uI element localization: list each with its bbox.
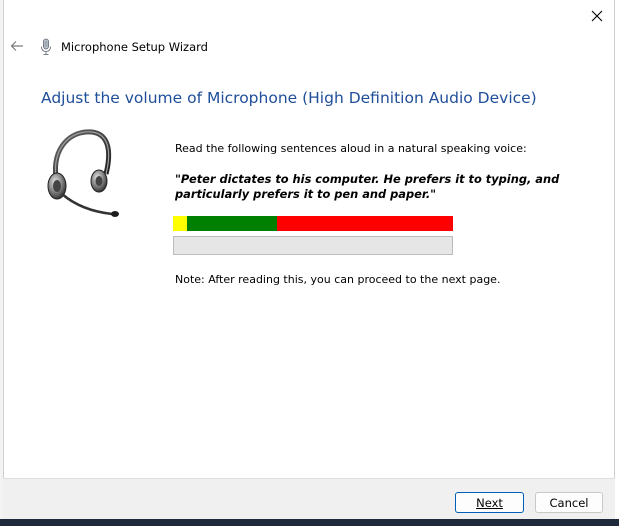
meter-segment-low bbox=[173, 216, 187, 231]
taskbar-edge bbox=[0, 519, 619, 526]
sample-sentence: "Peter dictates to his computer. He pref… bbox=[175, 172, 560, 201]
meter-segment-high bbox=[276, 216, 453, 231]
cancel-button[interactable]: Cancel bbox=[535, 492, 603, 513]
window-title: Microphone Setup Wizard bbox=[61, 40, 208, 54]
microphone-icon bbox=[41, 38, 51, 55]
page-heading: Adjust the volume of Microphone (High De… bbox=[41, 89, 537, 107]
next-button-label: Next bbox=[476, 495, 503, 510]
close-icon bbox=[591, 10, 603, 22]
close-button[interactable] bbox=[580, 2, 614, 30]
meter-segment-good bbox=[187, 216, 277, 231]
instructions-text: Read the following sentences aloud in a … bbox=[175, 142, 527, 155]
headset-icon bbox=[47, 129, 119, 217]
back-arrow-icon bbox=[10, 41, 23, 51]
wizard-window bbox=[3, 0, 615, 522]
note-text: Note: After reading this, you can procee… bbox=[175, 273, 501, 286]
next-button[interactable]: Next bbox=[455, 492, 524, 513]
back-button[interactable] bbox=[7, 36, 27, 56]
volume-progress-bar bbox=[173, 236, 453, 255]
cancel-button-label: Cancel bbox=[549, 495, 589, 510]
volume-level-meter bbox=[173, 216, 453, 231]
